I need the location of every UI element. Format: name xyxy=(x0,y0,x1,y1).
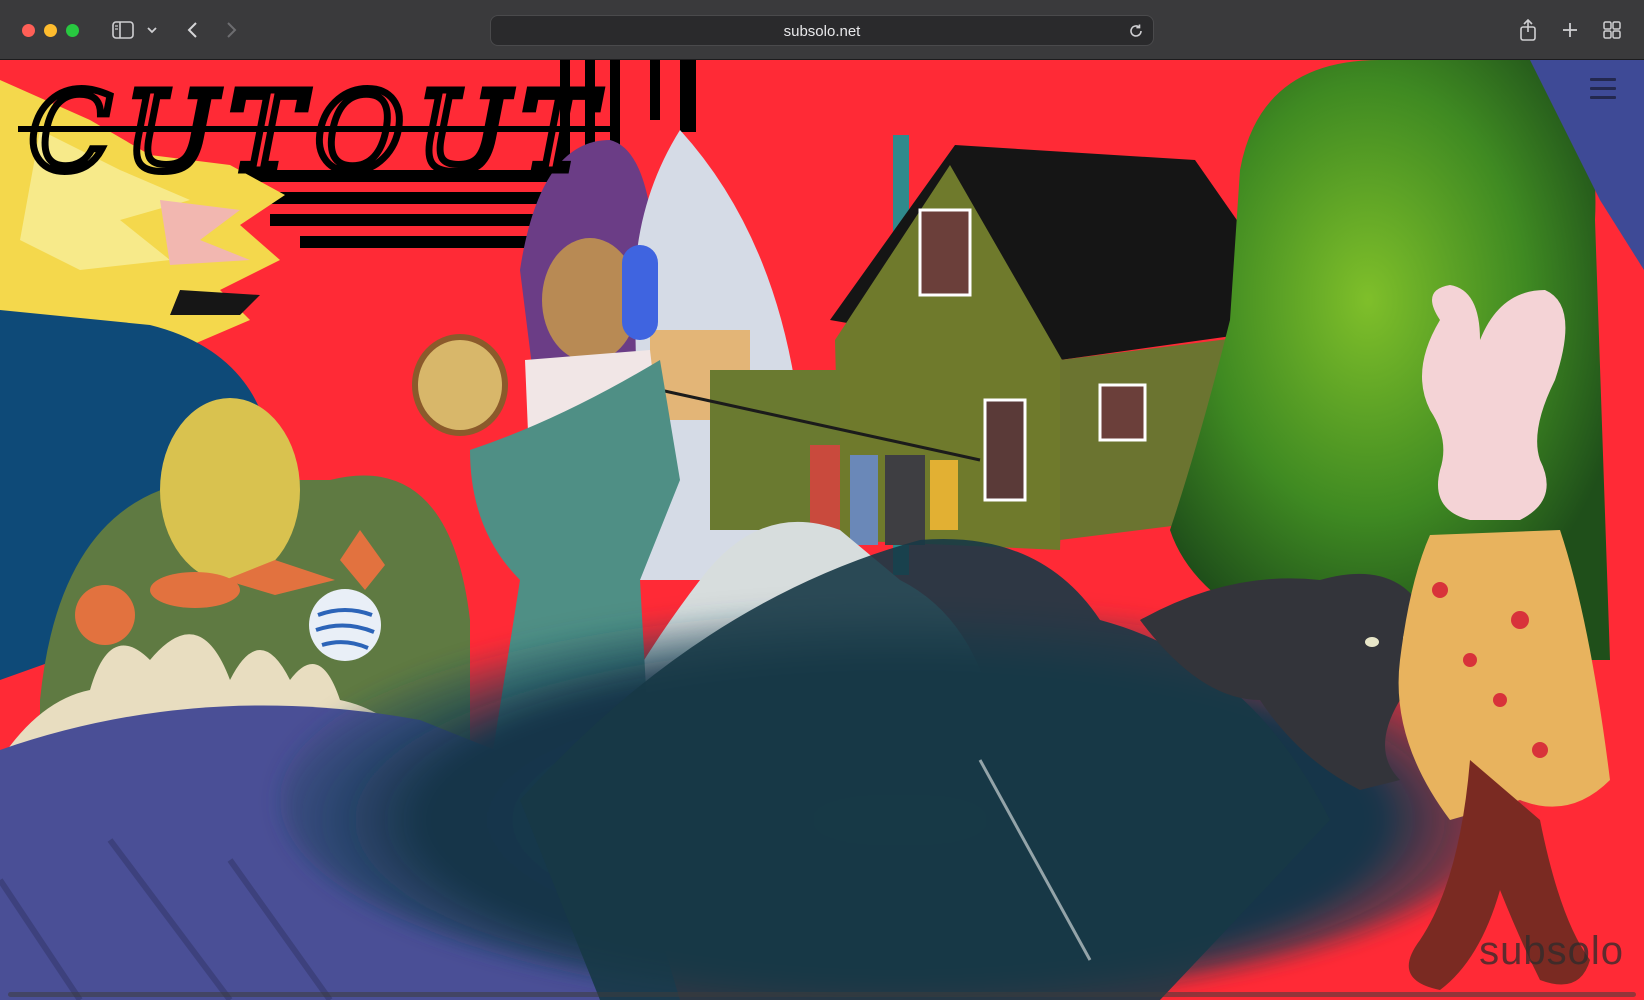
zoom-window-button[interactable] xyxy=(66,24,79,37)
sidebar-icon[interactable] xyxy=(110,16,136,44)
browser-toolbar: subsolo.net xyxy=(0,0,1644,60)
subsolo-wordmark[interactable]: subsolo xyxy=(1479,929,1624,974)
address-bar[interactable]: subsolo.net xyxy=(490,15,1154,46)
share-icon[interactable] xyxy=(1516,16,1540,44)
hamburger-icon[interactable] xyxy=(1590,78,1616,100)
browser-window: subsolo.net CUTOUT subsolo xyxy=(0,0,1644,1000)
page-content: CUTOUT subsolo xyxy=(0,60,1644,1000)
yellow-oval xyxy=(160,398,300,582)
horizontal-scrollbar[interactable] xyxy=(8,992,1636,997)
chevron-down-icon[interactable] xyxy=(144,16,160,44)
back-icon[interactable] xyxy=(182,16,202,44)
minimize-window-button[interactable] xyxy=(44,24,57,37)
reload-icon[interactable] xyxy=(1127,22,1145,40)
url-text: subsolo.net xyxy=(783,23,861,40)
new-tab-icon[interactable] xyxy=(1558,16,1582,44)
forward-icon[interactable] xyxy=(222,16,242,44)
cutout-logo[interactable]: CUTOUT xyxy=(18,62,658,242)
tab-overview-icon[interactable] xyxy=(1600,16,1624,44)
close-window-button[interactable] xyxy=(22,24,35,37)
